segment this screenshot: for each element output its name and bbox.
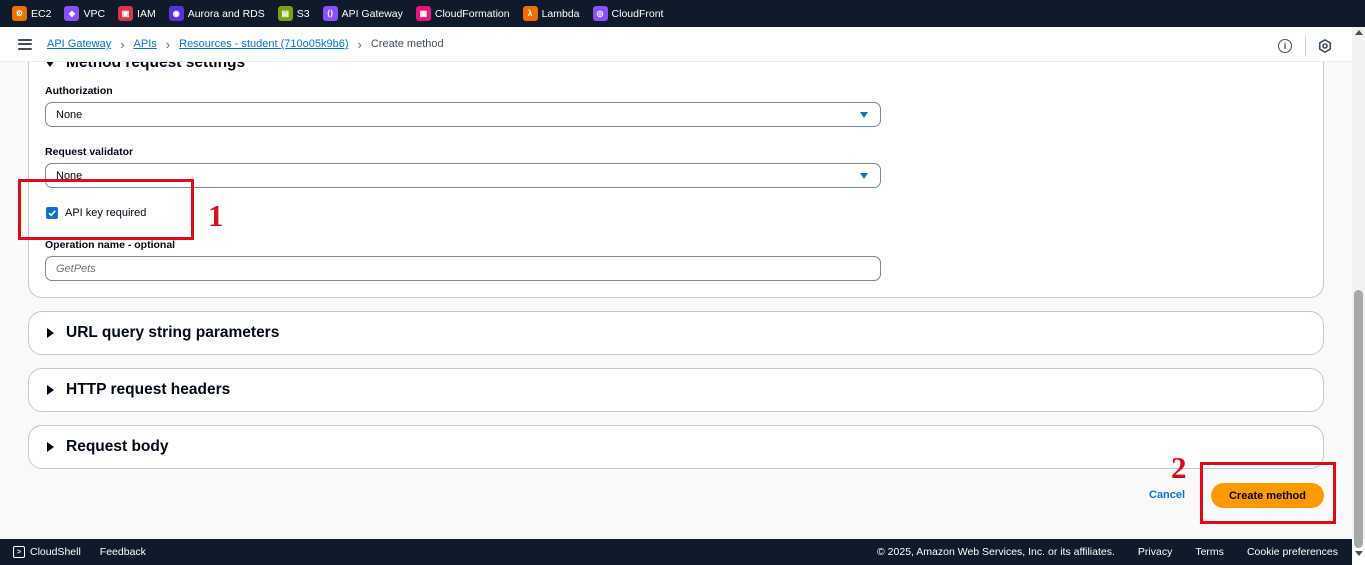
service-label: IAM: [137, 7, 156, 20]
main-content: Method request settings Authorization No…: [0, 62, 1352, 539]
cookie-preferences-link[interactable]: Cookie preferences: [1247, 546, 1338, 558]
annotation-box-2: [1200, 462, 1336, 524]
breadcrumb-resources[interactable]: Resources - student (710o05k9b6): [179, 38, 348, 50]
section-title: Method request settings: [66, 62, 246, 71]
menu-icon[interactable]: [18, 38, 32, 50]
service-iam[interactable]: ▣ IAM: [118, 6, 156, 21]
select-value: None: [56, 108, 83, 121]
feedback-link[interactable]: Feedback: [100, 546, 146, 558]
authorization-select[interactable]: None: [45, 102, 881, 127]
caret-down-icon: [860, 112, 868, 118]
copyright-text: © 2025, Amazon Web Services, Inc. or its…: [877, 546, 1115, 558]
caret-down-icon: [45, 62, 55, 67]
service-vpc[interactable]: ◈ VPC: [64, 6, 105, 21]
operation-name-input[interactable]: [45, 256, 881, 281]
breadcrumb: API Gateway › APIs › Resources - student…: [47, 38, 444, 51]
request-validator-label: Request validator: [45, 146, 134, 158]
s3-icon: ▤: [277, 6, 293, 21]
operation-name-label: Operation name - optional: [45, 239, 176, 251]
annotation-number-2: 2: [1171, 450, 1187, 485]
authorization-label: Authorization: [45, 85, 113, 97]
method-request-header[interactable]: Method request settings: [45, 62, 245, 72]
breadcrumb-current: Create method: [370, 38, 444, 50]
service-cloudformation[interactable]: ▦ CloudFormation: [415, 6, 510, 21]
vpc-icon: ◈: [64, 6, 80, 21]
caret-down-icon: [860, 173, 868, 179]
ec2-icon: ⚙: [12, 6, 27, 21]
info-icon[interactable]: i: [1278, 39, 1292, 53]
cancel-button[interactable]: Cancel: [1149, 489, 1185, 501]
service-label: S3: [296, 7, 310, 20]
method-request-panel: Method request settings Authorization No…: [28, 62, 1324, 298]
request-body-section[interactable]: Request body: [28, 425, 1324, 469]
scrollbar-thumb[interactable]: [1354, 290, 1363, 548]
breadcrumb-api-gateway[interactable]: API Gateway: [47, 38, 111, 50]
section-title: URL query string parameters: [66, 324, 280, 341]
caret-right-icon: [47, 328, 54, 338]
cloudformation-icon: ▦: [415, 6, 431, 21]
http-request-headers-section[interactable]: HTTP request headers: [28, 368, 1324, 412]
service-label: Lambda: [541, 7, 580, 20]
caret-right-icon: [47, 385, 54, 395]
cloudshell-label: CloudShell: [30, 546, 81, 558]
terminal-icon: >: [13, 546, 25, 558]
service-s3[interactable]: ▤ S3: [277, 6, 310, 21]
annotation-box-1: [18, 179, 194, 240]
privacy-link[interactable]: Privacy: [1138, 546, 1172, 558]
breadcrumb-apis[interactable]: APIs: [134, 38, 157, 50]
service-label: EC2: [31, 7, 52, 20]
section-title: Request body: [66, 438, 169, 455]
rds-icon: ◉: [168, 6, 184, 21]
service-label: VPC: [83, 7, 106, 20]
settings-hex-icon[interactable]: [1318, 39, 1332, 53]
scroll-down-arrow-icon[interactable]: [1355, 551, 1363, 556]
breadcrumb-bar: API Gateway › APIs › Resources - student…: [0, 27, 1352, 62]
services-bar: ⚙ EC2 ◈ VPC ▣ IAM ◉ Aurora and RDS ▤ S3 ⟨⟩ API…: [0, 0, 1365, 27]
caret-right-icon: [47, 442, 54, 452]
chevron-right-icon: ›: [120, 36, 125, 52]
scroll-up-arrow-icon[interactable]: [1355, 30, 1363, 35]
cloudfront-icon: ◎: [592, 6, 608, 21]
url-query-string-parameters-section[interactable]: URL query string parameters: [28, 311, 1324, 355]
cloudshell-button[interactable]: > CloudShell: [13, 546, 81, 558]
api-gateway-icon: ⟨⟩: [322, 6, 338, 21]
section-title: HTTP request headers: [66, 381, 231, 398]
annotation-number-1: 1: [208, 198, 224, 233]
divider: [1305, 36, 1306, 56]
service-label: CloudFront: [611, 7, 664, 20]
service-rds[interactable]: ◉ Aurora and RDS: [168, 6, 265, 21]
service-label: Aurora and RDS: [187, 7, 265, 20]
lambda-icon: λ: [522, 6, 538, 21]
footer: > CloudShell Feedback © 2025, Amazon Web…: [0, 539, 1352, 565]
chevron-right-icon: ›: [357, 36, 362, 52]
terms-link[interactable]: Terms: [1195, 546, 1224, 558]
service-label: API Gateway: [341, 7, 403, 20]
service-lambda[interactable]: λ Lambda: [522, 6, 580, 21]
service-api-gateway[interactable]: ⟨⟩ API Gateway: [322, 6, 403, 21]
chevron-right-icon: ›: [165, 36, 171, 52]
iam-icon: ▣: [118, 6, 134, 21]
service-cloudfront[interactable]: ◎ CloudFront: [592, 6, 664, 21]
service-ec2[interactable]: ⚙ EC2: [12, 6, 51, 21]
service-label: CloudFormation: [434, 7, 510, 20]
